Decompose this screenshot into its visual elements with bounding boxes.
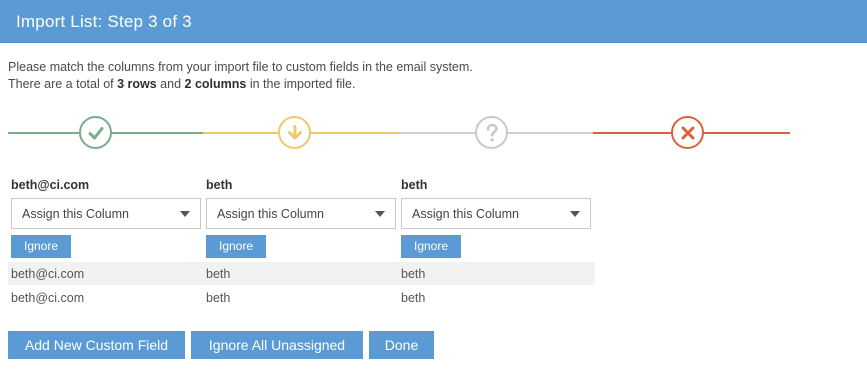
ignore-button[interactable]: Ignore (206, 235, 266, 258)
chevron-down-icon (570, 211, 580, 217)
arrow-down-icon (287, 124, 302, 139)
table-cell: beth@ci.com (11, 267, 85, 281)
assign-column-select[interactable]: Assign this Column (11, 198, 201, 229)
step-4-cancel (671, 116, 704, 149)
x-icon (681, 126, 694, 139)
assign-column-select[interactable]: Assign this Column (401, 198, 591, 229)
chevron-down-icon (180, 211, 190, 217)
column-header: beth (206, 178, 233, 192)
select-value: Assign this Column (412, 207, 519, 221)
intro-line-2: There are a total of 3 rows and 2 column… (8, 77, 356, 91)
column-count: 2 columns (184, 77, 247, 91)
table-cell: beth (401, 291, 426, 305)
check-icon (88, 126, 103, 139)
table-cell: beth@ci.com (11, 291, 85, 305)
question-icon (486, 123, 498, 141)
intro-text: Please match the columns from your impor… (8, 59, 473, 93)
row-count: 3 rows (117, 77, 157, 91)
step-3-pending (475, 116, 508, 149)
add-custom-field-button[interactable]: Add New Custom Field (8, 331, 185, 359)
table-row: beth@ci.com beth beth (8, 262, 595, 285)
table-cell: beth (206, 291, 231, 305)
ignore-button[interactable]: Ignore (11, 235, 71, 258)
chevron-down-icon (375, 211, 385, 217)
table-cell: beth (401, 267, 426, 281)
select-value: Assign this Column (22, 207, 129, 221)
dialog-header: Import List: Step 3 of 3 (0, 0, 867, 43)
select-value: Assign this Column (217, 207, 324, 221)
done-button[interactable]: Done (369, 331, 434, 359)
intro-line-1: Please match the columns from your impor… (8, 60, 473, 74)
column-header: beth (401, 178, 428, 192)
ignore-all-unassigned-button[interactable]: Ignore All Unassigned (191, 331, 363, 359)
ignore-button[interactable]: Ignore (401, 235, 461, 258)
step-1-complete (79, 116, 112, 149)
assign-column-select[interactable]: Assign this Column (206, 198, 396, 229)
step-2-current (278, 116, 311, 149)
table-row: beth@ci.com beth beth (8, 286, 595, 309)
table-cell: beth (206, 267, 231, 281)
import-stepper (8, 113, 790, 153)
dialog-title: Import List: Step 3 of 3 (16, 12, 192, 31)
column-header: beth@ci.com (11, 178, 90, 192)
